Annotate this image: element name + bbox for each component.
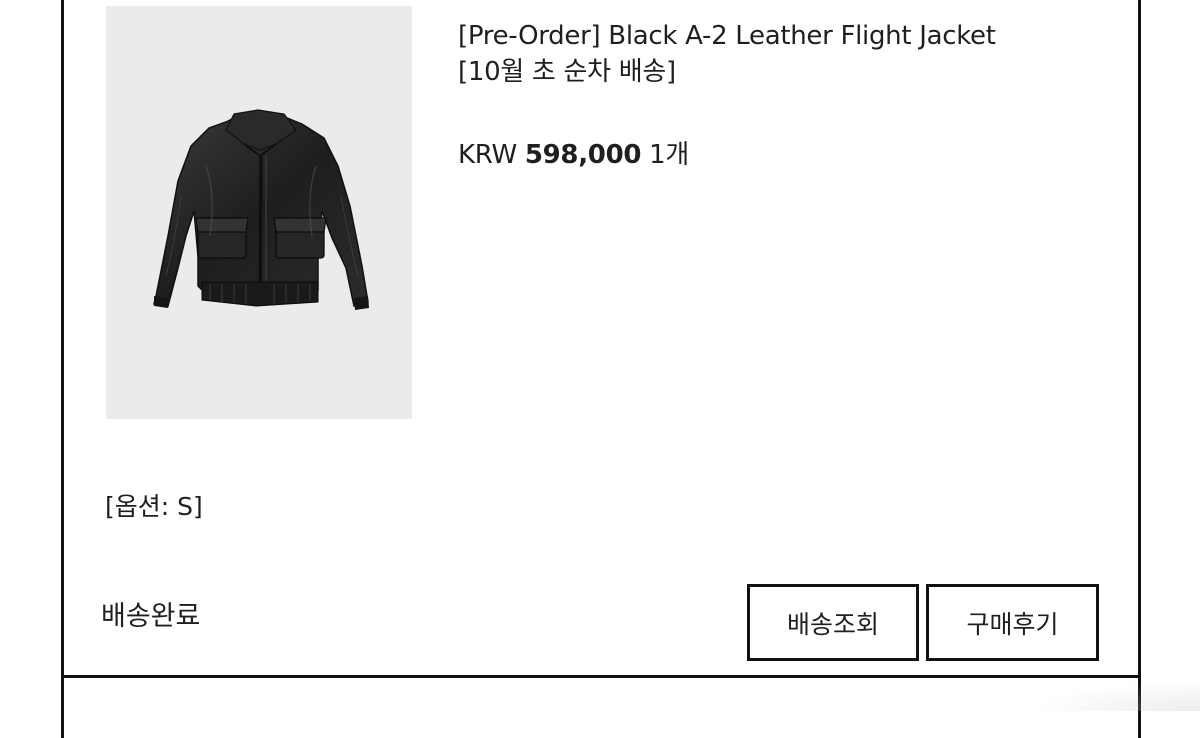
- currency-label: KRW: [458, 140, 517, 170]
- product-title-line2[interactable]: [10월 초 순차 배송]: [458, 54, 1098, 90]
- selected-option: [옵션: S]: [105, 491, 203, 523]
- track-delivery-button[interactable]: 배송조회: [747, 584, 919, 661]
- price-amount: 598,000: [525, 140, 641, 170]
- product-title[interactable]: [Pre-Order] Black A-2 Leather Flight Jac…: [458, 18, 1098, 90]
- product-title-line1[interactable]: [Pre-Order] Black A-2 Leather Flight Jac…: [458, 18, 1098, 54]
- price-line: KRW 598,000 1개: [458, 138, 689, 172]
- write-review-button[interactable]: 구매후기: [926, 584, 1099, 661]
- scroll-shadow: [1030, 681, 1200, 711]
- product-image[interactable]: [106, 6, 412, 419]
- next-order-card: [61, 678, 1141, 738]
- quantity-label: 1개: [649, 140, 689, 170]
- leather-jacket-icon: [106, 6, 412, 419]
- order-status: 배송완료: [101, 600, 200, 634]
